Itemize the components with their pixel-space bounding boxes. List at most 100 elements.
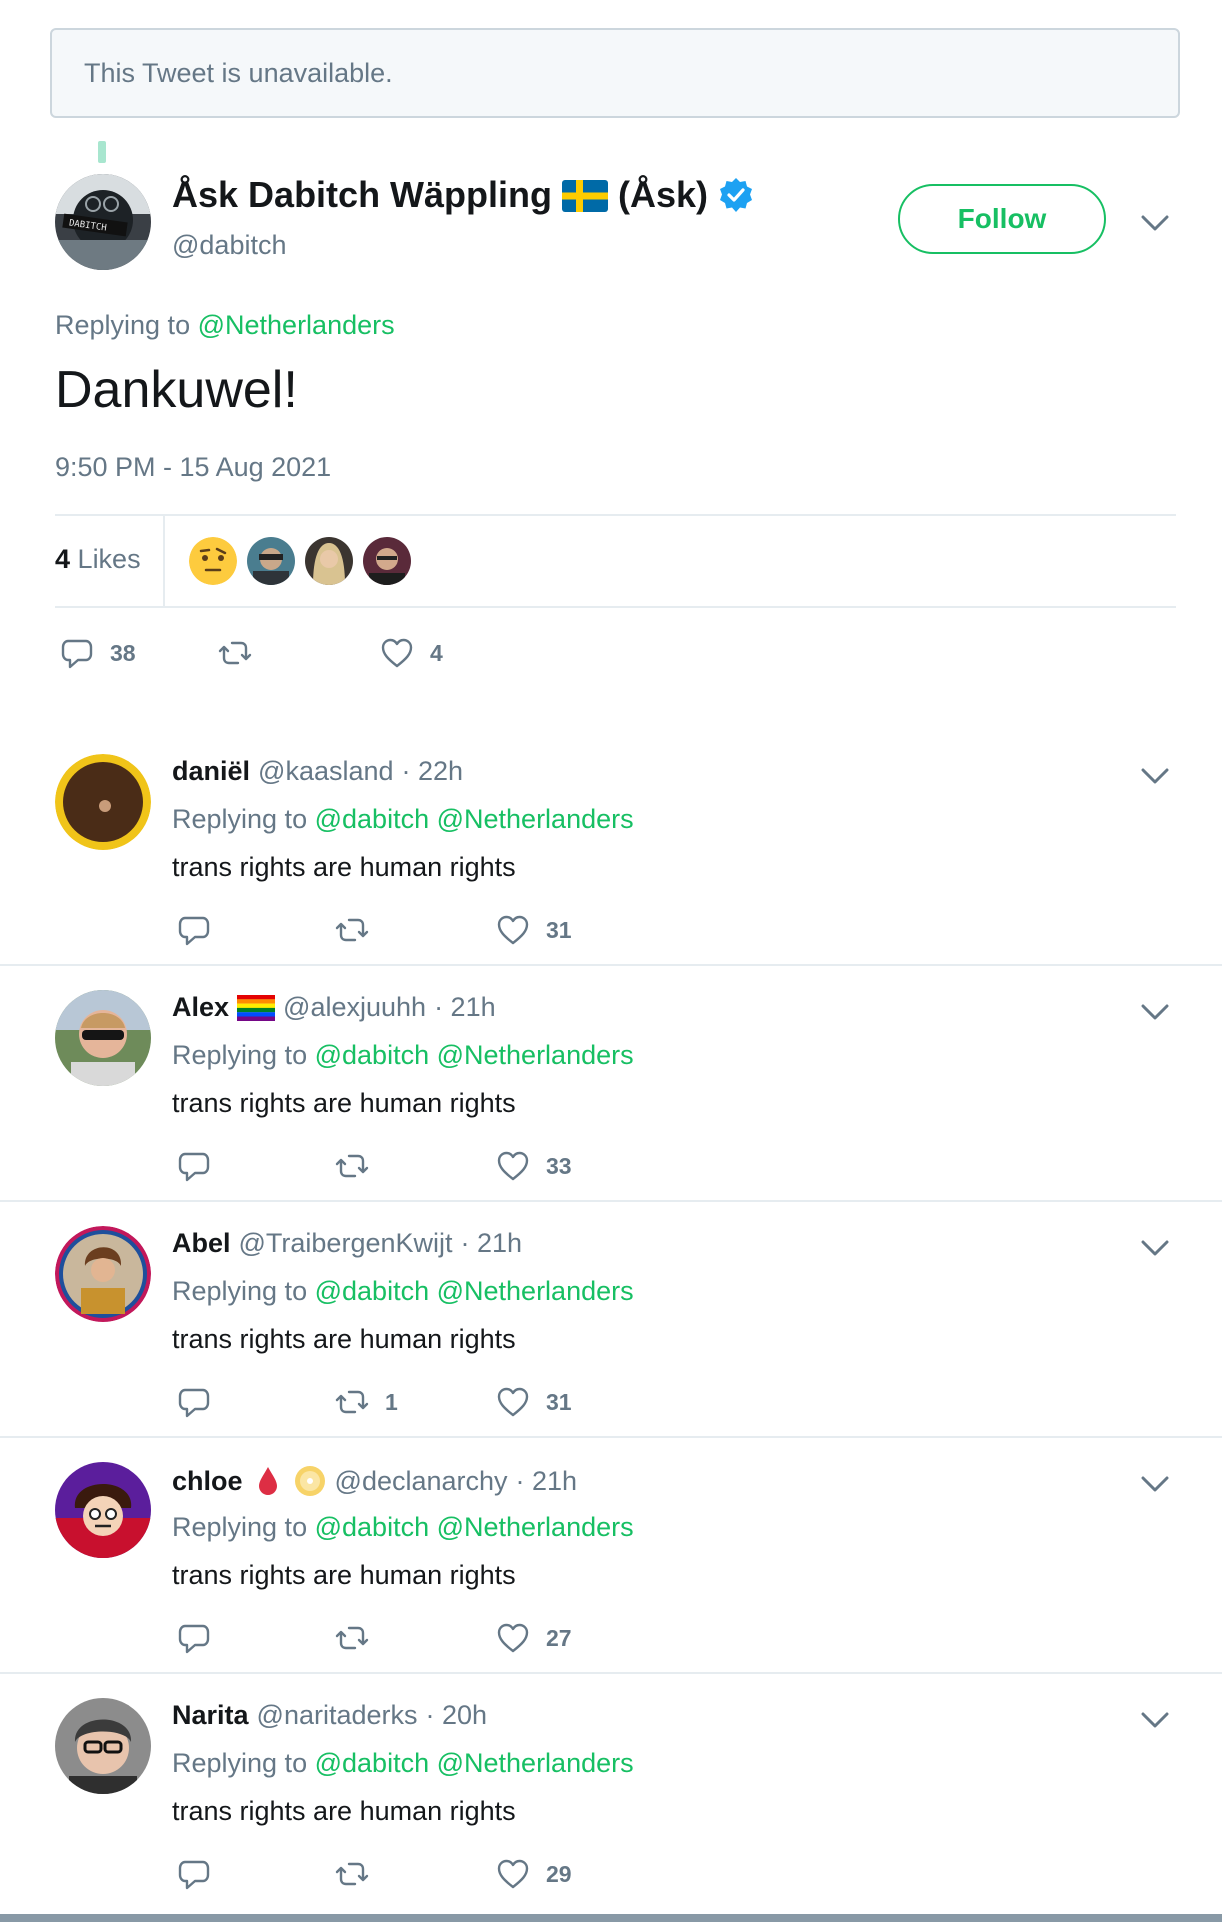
liker-avatar[interactable] [247,537,295,585]
chevron-down-icon[interactable] [1140,1474,1170,1494]
retweet-action[interactable] [218,636,268,670]
follow-button[interactable]: Follow [898,184,1106,254]
retweet-icon [335,1390,369,1414]
replying-mention-link[interactable]: @Netherlanders [198,310,395,340]
reply-replying-to: Replying to @dabitch @Netherlanders [172,804,634,835]
reply-header: chloe @declanarchy · 21h [172,1464,577,1498]
reply-avatar[interactable] [55,754,151,850]
reply-author-name[interactable]: Narita [172,1700,249,1731]
mention-link[interactable]: @dabitch [315,804,429,834]
reply-author-name[interactable]: daniël [172,756,250,787]
reply-author-name[interactable]: Alex [172,992,229,1023]
mention-link[interactable]: @dabitch [315,1040,429,1070]
like-action[interactable]: 33 [496,1149,572,1183]
reply-text: trans rights are human rights [172,1088,516,1118]
reply-icon [178,1860,210,1890]
like-action[interactable]: 31 [496,913,572,947]
chevron-down-icon[interactable] [1140,1710,1170,1730]
reply-action[interactable] [177,1621,227,1655]
reply-avatar[interactable] [55,1698,151,1794]
blood-drop-icon [251,1464,285,1498]
reply-author-name[interactable]: chloe [172,1466,243,1497]
reply-text: trans rights are human rights [172,1560,516,1590]
replying-label: Replying to [172,1276,308,1306]
chevron-down-icon[interactable] [1140,1002,1170,1022]
author-display-name[interactable]: Åsk Dabitch Wäppling [172,174,552,216]
chevron-down-icon[interactable] [1140,213,1170,233]
mention-link[interactable]: @Netherlanders [437,1512,634,1542]
retweet-action[interactable] [335,913,385,947]
reply-action[interactable]: 38 [60,636,136,670]
liker-avatar[interactable] [189,537,237,585]
reply-time[interactable]: · 21h [516,1466,578,1497]
reply-action[interactable] [177,1857,227,1891]
reply-time[interactable]: · 22h [402,756,464,787]
main-tweet-timestamp[interactable]: 9:50 PM - 15 Aug 2021 [55,452,331,483]
reply-author-handle[interactable]: @kaasland [258,756,394,787]
mention-link[interactable]: @Netherlanders [437,1040,634,1070]
reply-header: Abel @TraibergenKwijt · 21h [172,1228,522,1259]
reply-header: Alex @alexjuuhh · 21h [172,992,496,1023]
reply-icon [178,1388,210,1418]
retweet-action[interactable] [335,1857,385,1891]
like-action[interactable]: 29 [496,1857,572,1891]
mention-link[interactable]: @dabitch [315,1276,429,1306]
retweet-action[interactable] [335,1149,385,1183]
mention-link[interactable]: @Netherlanders [437,1748,634,1778]
reply-avatar[interactable] [55,990,151,1086]
reply-time[interactable]: · 21h [461,1228,523,1259]
like-action[interactable]: 31 [496,1385,572,1419]
reply-tweet[interactable]: daniël @kaasland · 22h Replying to @dabi… [0,730,1222,966]
reply-author-handle[interactable]: @alexjuuhh [283,992,426,1023]
like-count: 4 [430,639,443,666]
main-author-name[interactable]: Åsk Dabitch Wäppling (Åsk) [172,174,754,216]
bottom-edge [0,1914,1222,1922]
chevron-down-icon[interactable] [1140,1238,1170,1258]
likes-count[interactable]: 4 Likes [55,544,141,575]
reply-icon [178,1152,210,1182]
like-action[interactable]: 4 [380,636,443,670]
reply-author-handle[interactable]: @naritaderks [257,1700,418,1731]
reply-tweet[interactable]: chloe @declanarchy · 21h Replying to @da… [0,1438,1222,1674]
reply-tweet[interactable]: Narita @naritaderks · 20h Replying to @d… [0,1674,1222,1910]
reply-author-handle[interactable]: @declanarchy [335,1466,508,1497]
chevron-down-icon[interactable] [1140,766,1170,786]
reply-avatar[interactable] [55,1462,151,1558]
reply-author-name[interactable]: Abel [172,1228,231,1259]
reply-action[interactable] [177,1385,227,1419]
retweet-action[interactable]: 1 [335,1385,398,1419]
liker-avatar[interactable] [363,537,411,585]
reply-time[interactable]: · 21h [434,992,496,1023]
mention-link[interactable]: @dabitch [315,1512,429,1542]
like-count: 31 [546,1388,572,1415]
liker-avatar[interactable] [305,537,353,585]
likes-divider [163,516,165,608]
main-author-handle[interactable]: @dabitch [172,230,286,261]
reply-action[interactable] [177,1149,227,1183]
reply-avatar[interactable] [55,1226,151,1322]
mention-link[interactable]: @dabitch [315,1748,429,1778]
reply-tweet[interactable]: Abel @TraibergenKwijt · 21h Replying to … [0,1202,1222,1438]
reply-author-handle[interactable]: @TraibergenKwijt [239,1228,453,1259]
main-replying-to: Replying to @Netherlanders [55,310,395,341]
main-author-avatar[interactable]: DABITCH [55,174,151,270]
like-icon [497,1623,529,1653]
author-name-suffix[interactable]: (Åsk) [618,174,708,216]
retweet-action[interactable] [335,1621,385,1655]
main-tweet-text: Dankuwel! [55,361,298,419]
retweet-icon [335,918,369,942]
likes-label: Likes [77,544,141,574]
reply-action[interactable] [177,913,227,947]
retweet-count: 1 [385,1388,398,1415]
unavailable-text: This Tweet is unavailable. [84,57,393,88]
replying-label: Replying to [172,1748,308,1778]
mention-link[interactable]: @Netherlanders [437,1276,634,1306]
divider [55,606,1176,608]
like-icon [497,1151,529,1181]
reply-tweet[interactable]: Alex @alexjuuhh · 21h Replying to @dabit… [0,966,1222,1202]
like-icon [497,1859,529,1889]
like-action[interactable]: 27 [496,1621,572,1655]
like-icon [497,915,529,945]
mention-link[interactable]: @Netherlanders [437,804,634,834]
reply-time[interactable]: · 20h [426,1700,488,1731]
